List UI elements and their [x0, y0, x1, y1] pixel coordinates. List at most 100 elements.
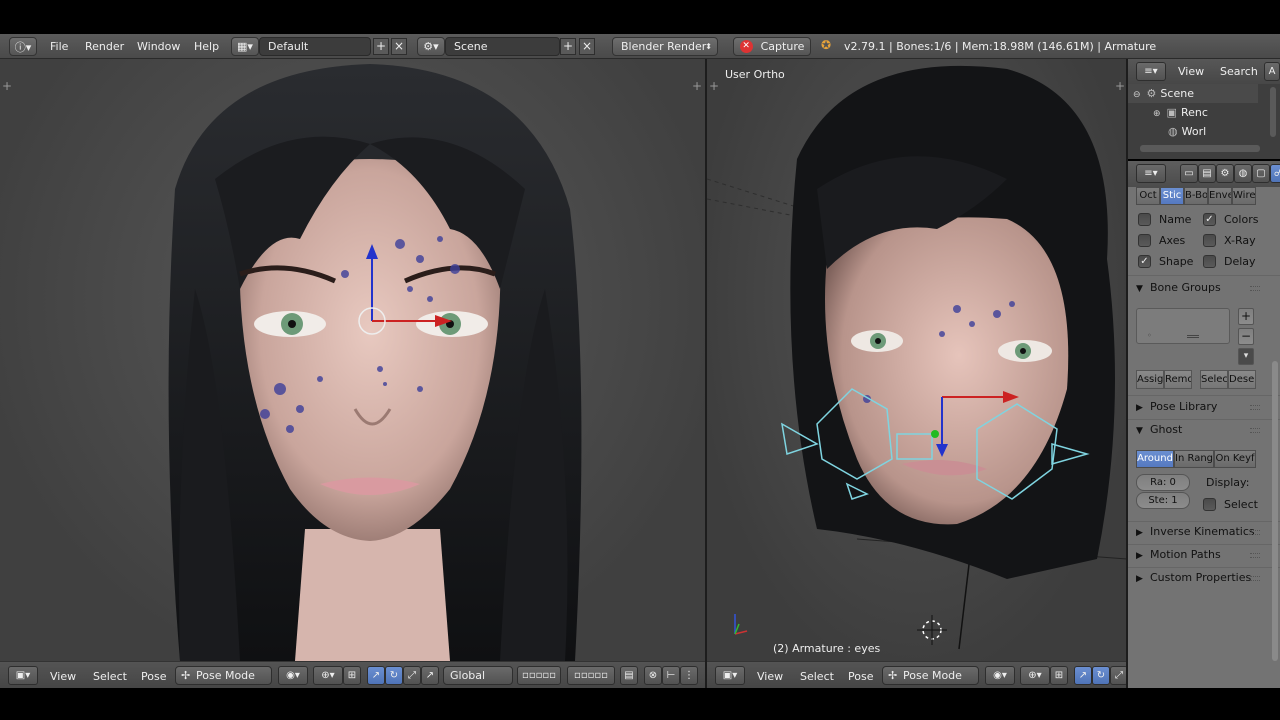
display-mode-select[interactable]: A	[1264, 62, 1280, 81]
snap-icon[interactable]: ⊢	[662, 666, 680, 685]
left-3d-viewport[interactable]: + +	[0, 59, 705, 661]
collapse-icon[interactable]: ⊖	[1133, 90, 1141, 100]
scene-tab-icon[interactable]: ⚙	[1216, 164, 1234, 183]
armature-tab-icon[interactable]: ☍	[1270, 164, 1280, 183]
add-group-button[interactable]: +	[1238, 308, 1254, 325]
bone-groups-list[interactable]: ◦	[1136, 308, 1230, 344]
scale-icon[interactable]: ⤢	[403, 666, 421, 685]
tab-octahedral[interactable]: Oct	[1136, 187, 1160, 205]
manipulator-icon[interactable]: ↗	[421, 666, 439, 685]
check-name[interactable]: Name	[1138, 210, 1191, 228]
checkmark-icon[interactable]: ✓	[1138, 254, 1151, 268]
drag-grip-icon[interactable]	[1250, 428, 1260, 433]
tab-stick[interactable]: Stic	[1160, 187, 1184, 205]
expand-icon[interactable]: ⊕	[1153, 109, 1161, 119]
drag-grip-icon[interactable]	[1250, 405, 1260, 410]
translate-icon[interactable]: ↗	[367, 666, 385, 685]
menu-select[interactable]: Select	[93, 670, 127, 683]
tab-on-keyframes[interactable]: On Keyf	[1214, 450, 1256, 468]
manipulator-toggle-icon[interactable]: ⊞	[1050, 666, 1068, 685]
manipulator-toggle-icon[interactable]: ⊞	[343, 666, 361, 685]
right-3d-viewport[interactable]: User Ortho (2) Armature : eyes + +	[707, 59, 1127, 661]
translate-icon[interactable]: ↗	[1074, 666, 1092, 685]
tab-in-range[interactable]: In Rang	[1174, 450, 1214, 468]
tab-bbone[interactable]: B-Bo	[1184, 187, 1208, 205]
panel-pose-library[interactable]: ▶ Pose Library	[1136, 398, 1260, 416]
editor-type-icon[interactable]: ≡▾	[1136, 164, 1166, 183]
layers-tab-icon[interactable]: ▤	[1198, 164, 1216, 183]
check-shape[interactable]: ✓ Shape	[1138, 252, 1193, 270]
outliner-item-scene[interactable]: ⊖ ⚙ Scene	[1128, 84, 1258, 103]
vertical-scrollbar[interactable]	[1270, 87, 1276, 137]
panel-inverse-kinematics[interactable]: ▶ Inverse Kinematics	[1136, 523, 1260, 541]
outliner-item-world[interactable]: ◍ Worl	[1128, 122, 1258, 141]
add-layout-button[interactable]: +	[373, 38, 389, 55]
scale-icon[interactable]: ⤢	[1110, 666, 1127, 685]
checkbox-icon[interactable]	[1138, 212, 1151, 226]
layout-field[interactable]: Default	[259, 37, 371, 56]
corner-widget-icon[interactable]: +	[1115, 80, 1125, 92]
select-button[interactable]: Selec	[1200, 370, 1228, 389]
render-engine-select[interactable]: Blender Render ⬍	[612, 37, 718, 56]
drag-grip-icon[interactable]	[1250, 553, 1260, 558]
menu-render[interactable]: Render	[85, 40, 124, 53]
render-tab-icon[interactable]: ▭	[1180, 164, 1198, 183]
menu-window[interactable]: Window	[137, 40, 180, 53]
tab-envelope[interactable]: Enve	[1208, 187, 1232, 205]
remove-group-button[interactable]: −	[1238, 328, 1254, 345]
corner-widget-icon[interactable]: +	[2, 80, 12, 92]
panel-custom-properties[interactable]: ▶ Custom Properties	[1136, 569, 1260, 587]
deselect-button[interactable]: Desel	[1228, 370, 1256, 389]
capture-button[interactable]: ✕ Capture	[733, 37, 811, 56]
shading-icon[interactable]: ◉▾	[985, 666, 1015, 685]
editor-type-icon[interactable]: ▣▾	[8, 666, 38, 685]
list-filter-icon[interactable]: ◦	[1147, 331, 1152, 340]
scene-field[interactable]: Scene	[445, 37, 560, 56]
corner-widget-icon[interactable]: +	[709, 80, 719, 92]
specials-menu-icon[interactable]: ▾	[1238, 348, 1254, 365]
panel-motion-paths[interactable]: ▶ Motion Paths	[1136, 546, 1260, 564]
remove-scene-button[interactable]: ×	[579, 38, 595, 55]
pivot-icon[interactable]: ⊕▾	[1020, 666, 1050, 685]
menu-help[interactable]: Help	[194, 40, 219, 53]
panel-ghost[interactable]: ▼ Ghost	[1136, 421, 1260, 439]
object-tab-icon[interactable]: ▢	[1252, 164, 1270, 183]
drag-grip-icon[interactable]	[1250, 286, 1260, 291]
scene-icon[interactable]: ⚙▾	[417, 37, 445, 56]
info-editor-icon[interactable]: ⓘ▾	[9, 37, 37, 56]
editor-type-icon[interactable]: ≡▾	[1136, 62, 1166, 81]
proportional-edit-icon[interactable]: ⊗	[644, 666, 662, 685]
assign-button[interactable]: Assig	[1136, 370, 1164, 389]
world-tab-icon[interactable]: ◍	[1234, 164, 1252, 183]
menu-pose[interactable]: Pose	[848, 670, 873, 683]
rotate-icon[interactable]: ↻	[385, 666, 403, 685]
add-scene-button[interactable]: +	[560, 38, 576, 55]
drag-grip-icon[interactable]	[1250, 530, 1260, 535]
mode-select[interactable]: ✢ Pose Mode	[882, 666, 979, 685]
menu-view[interactable]: View	[757, 670, 783, 683]
layer-buttons-2[interactable]: ▫▫▫▫▫	[567, 666, 615, 685]
mode-select[interactable]: ✢ Pose Mode	[175, 666, 272, 685]
drag-grip-icon[interactable]	[1250, 576, 1260, 581]
snap-target-icon[interactable]: ⋮	[680, 666, 698, 685]
layout-grid-icon[interactable]: ▦▾	[231, 37, 259, 56]
lock-layers-icon[interactable]: ▤	[620, 666, 638, 685]
range-field[interactable]: Ra: 0	[1136, 474, 1190, 491]
tab-around[interactable]: Around	[1136, 450, 1174, 468]
rotate-icon[interactable]: ↻	[1092, 666, 1110, 685]
tab-wire[interactable]: Wire	[1232, 187, 1256, 205]
editor-type-icon[interactable]: ▣▾	[715, 666, 745, 685]
panel-bone-groups[interactable]: ▼ Bone Groups	[1136, 279, 1260, 297]
check-select[interactable]: Select	[1203, 495, 1258, 513]
checkmark-icon[interactable]: ✓	[1203, 212, 1216, 226]
check-xray[interactable]: X-Ray	[1203, 231, 1256, 249]
checkbox-icon[interactable]	[1203, 497, 1216, 511]
menu-file[interactable]: File	[50, 40, 68, 53]
menu-view[interactable]: View	[50, 670, 76, 683]
shading-icon[interactable]: ◉▾	[278, 666, 308, 685]
menu-search[interactable]: Search	[1220, 65, 1258, 78]
checkbox-icon[interactable]	[1138, 233, 1151, 247]
pivot-icon[interactable]: ⊕▾	[313, 666, 343, 685]
horizontal-scrollbar[interactable]	[1140, 145, 1260, 152]
check-axes[interactable]: Axes	[1138, 231, 1185, 249]
